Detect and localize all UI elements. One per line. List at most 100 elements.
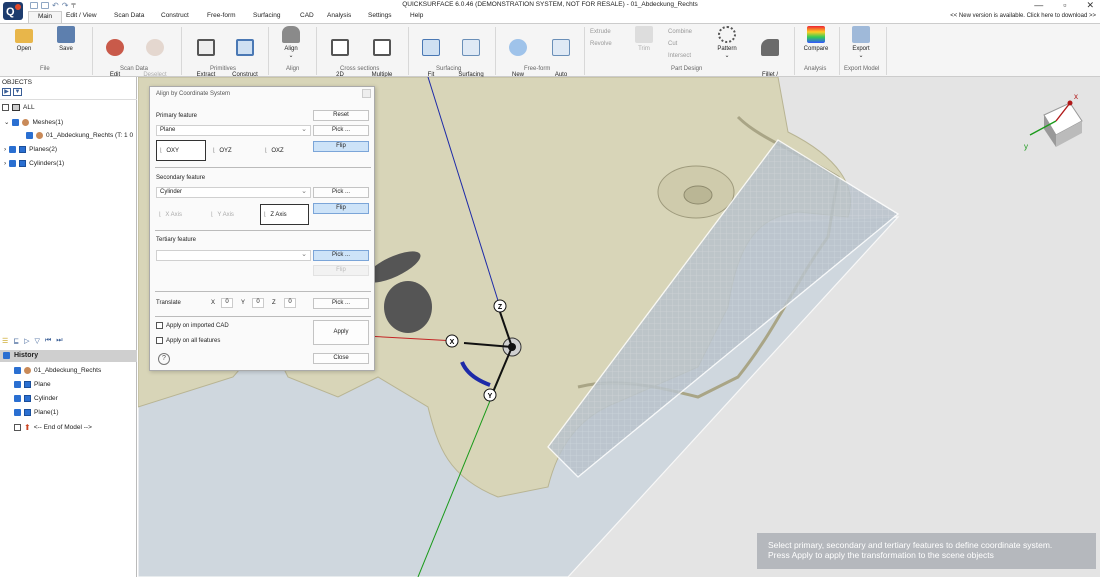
- history-item[interactable]: 01_Abdeckung_Rechts: [14, 367, 101, 374]
- view-cube[interactable]: x y: [1024, 92, 1083, 151]
- tab-edit-view[interactable]: Edit / View: [66, 12, 97, 19]
- checkbox-icon[interactable]: [26, 132, 33, 139]
- dialog-close-icon[interactable]: [362, 89, 371, 98]
- tree-planes[interactable]: › Planes(2): [4, 146, 57, 153]
- cut-button[interactable]: Cut: [668, 41, 677, 47]
- checkbox-icon[interactable]: [12, 118, 20, 126]
- orient-x-axis[interactable]: ⌊ X Axis: [156, 204, 204, 225]
- pattern-icon: [718, 26, 736, 43]
- tab-free-form[interactable]: Free-form: [207, 12, 236, 19]
- orient-z-axis[interactable]: ⌊ Z Axis: [260, 204, 309, 225]
- combine-button[interactable]: Combine: [668, 29, 692, 35]
- group-file: File: [40, 66, 50, 72]
- compare-button[interactable]: Compare: [800, 26, 832, 53]
- hole-feature: [384, 281, 432, 333]
- reset-button[interactable]: Reset: [313, 110, 369, 121]
- trim-button[interactable]: Trim: [632, 26, 656, 53]
- tree-all[interactable]: ALL: [2, 104, 35, 111]
- maximize-icon[interactable]: ▫: [1063, 0, 1066, 11]
- translate-z-input[interactable]: 0: [284, 298, 296, 308]
- primary-feature-select[interactable]: Plane: [156, 125, 311, 136]
- trim-label: Trim: [638, 46, 650, 52]
- secondary-flip-button[interactable]: Flip: [313, 203, 369, 214]
- close-icon[interactable]: ✕: [1086, 0, 1094, 11]
- history-filter-icon[interactable]: ▽: [35, 337, 40, 345]
- checkbox-icon[interactable]: [14, 381, 21, 388]
- tertiary-pick-button[interactable]: Pick ...: [313, 250, 369, 261]
- history-last-icon[interactable]: ⏭: [56, 337, 62, 345]
- history-first-icon[interactable]: ⏮: [45, 337, 51, 345]
- history-item-label: Plane(1): [34, 409, 59, 416]
- translate-y-input[interactable]: 0: [252, 298, 264, 308]
- translate-label: Translate: [156, 300, 181, 306]
- history-item[interactable]: Plane: [14, 381, 51, 388]
- orient-y-axis[interactable]: ⌊ Y Axis: [208, 204, 256, 225]
- checkbox-icon[interactable]: [14, 409, 21, 416]
- history-item[interactable]: Cylinder: [14, 395, 58, 402]
- open-button[interactable]: Open: [10, 26, 38, 53]
- auto-surface-icon: [552, 39, 570, 56]
- update-notice-link[interactable]: << New version is available. Click here …: [950, 13, 1096, 19]
- translate-pick-button[interactable]: Pick ...: [313, 298, 369, 309]
- tab-scan-data[interactable]: Scan Data: [114, 12, 144, 19]
- chevron-right-icon[interactable]: ›: [4, 160, 6, 167]
- history-end-marker[interactable]: ⬆ <-- End of Model -->: [14, 423, 92, 432]
- tab-cad[interactable]: CAD: [300, 12, 314, 19]
- orient-oxy-label: OXY: [166, 147, 180, 154]
- tertiary-feature-select[interactable]: [156, 250, 311, 261]
- orient-oxy[interactable]: ⌊ OXY: [156, 140, 206, 161]
- save-button[interactable]: Save: [52, 26, 80, 53]
- align-button[interactable]: Align ⌄: [276, 26, 306, 59]
- orient-oyz[interactable]: ⌊ OYZ: [210, 140, 258, 161]
- chevron-down-icon[interactable]: ⌄: [4, 118, 9, 126]
- tertiary-flip-button[interactable]: Flip: [313, 265, 369, 276]
- history-item[interactable]: Plane(1): [14, 409, 59, 416]
- tab-construct[interactable]: Construct: [161, 12, 189, 19]
- tree-meshes[interactable]: ⌄ Meshes(1): [4, 118, 63, 126]
- open-label: Open: [16, 46, 32, 52]
- checkbox-icon[interactable]: [2, 104, 9, 111]
- tree-mesh-item[interactable]: 01_Abdeckung_Rechts (T: 1 0: [26, 132, 133, 139]
- checkbox-icon[interactable]: [9, 160, 17, 167]
- tab-settings[interactable]: Settings: [368, 12, 392, 19]
- apply-all-checkbox[interactable]: Apply on all features: [156, 337, 220, 344]
- orient-oxz[interactable]: ⌊ OXZ: [262, 140, 310, 161]
- tab-help[interactable]: Help: [410, 12, 423, 19]
- checkbox-icon[interactable]: [14, 395, 21, 402]
- minimize-icon[interactable]: —: [1034, 0, 1043, 11]
- close-button[interactable]: Close: [313, 353, 369, 364]
- surfacing-icon: [462, 39, 480, 56]
- primary-flip-button[interactable]: Flip: [313, 141, 369, 152]
- secondary-feature-select[interactable]: Cylinder: [156, 187, 311, 198]
- tree-cylinders[interactable]: › Cylinders(1): [4, 160, 64, 167]
- pattern-button[interactable]: Pattern ⌄: [712, 26, 742, 59]
- primary-pick-button[interactable]: Pick ...: [313, 125, 369, 136]
- history-play-icon[interactable]: ▷: [24, 337, 29, 345]
- revolve-button[interactable]: Revolve: [590, 41, 612, 47]
- filter-icon[interactable]: ▼: [13, 88, 22, 96]
- history-list-icon[interactable]: ☰: [2, 337, 8, 345]
- tab-analysis[interactable]: Analysis: [327, 12, 351, 19]
- orient-oyz-label: OYZ: [219, 147, 232, 154]
- apply-button[interactable]: Apply: [313, 320, 369, 345]
- chevron-right-icon[interactable]: ›: [4, 146, 6, 153]
- history-tree-icon[interactable]: ⊑: [13, 337, 19, 345]
- play-icon[interactable]: ▶: [2, 88, 11, 96]
- export-button[interactable]: Export ⌄: [846, 26, 876, 59]
- trim-icon: [635, 26, 653, 43]
- checkbox-icon[interactable]: [156, 322, 163, 329]
- app-logo-icon[interactable]: Q: [2, 1, 26, 22]
- translate-x-input[interactable]: 0: [221, 298, 233, 308]
- tab-main[interactable]: Main: [28, 11, 62, 23]
- save-label: Save: [59, 46, 73, 52]
- help-icon[interactable]: ?: [158, 353, 170, 365]
- extrude-button[interactable]: Extrude: [590, 29, 611, 35]
- secondary-pick-button[interactable]: Pick ...: [313, 187, 369, 198]
- checkbox-icon[interactable]: [14, 424, 21, 431]
- tab-surfacing[interactable]: Surfacing: [253, 12, 280, 19]
- checkbox-icon[interactable]: [14, 367, 21, 374]
- checkbox-icon[interactable]: [9, 146, 17, 153]
- intersect-button[interactable]: Intersect: [668, 53, 691, 59]
- checkbox-icon[interactable]: [156, 337, 163, 344]
- apply-cad-checkbox[interactable]: Apply on imported CAD: [156, 322, 229, 329]
